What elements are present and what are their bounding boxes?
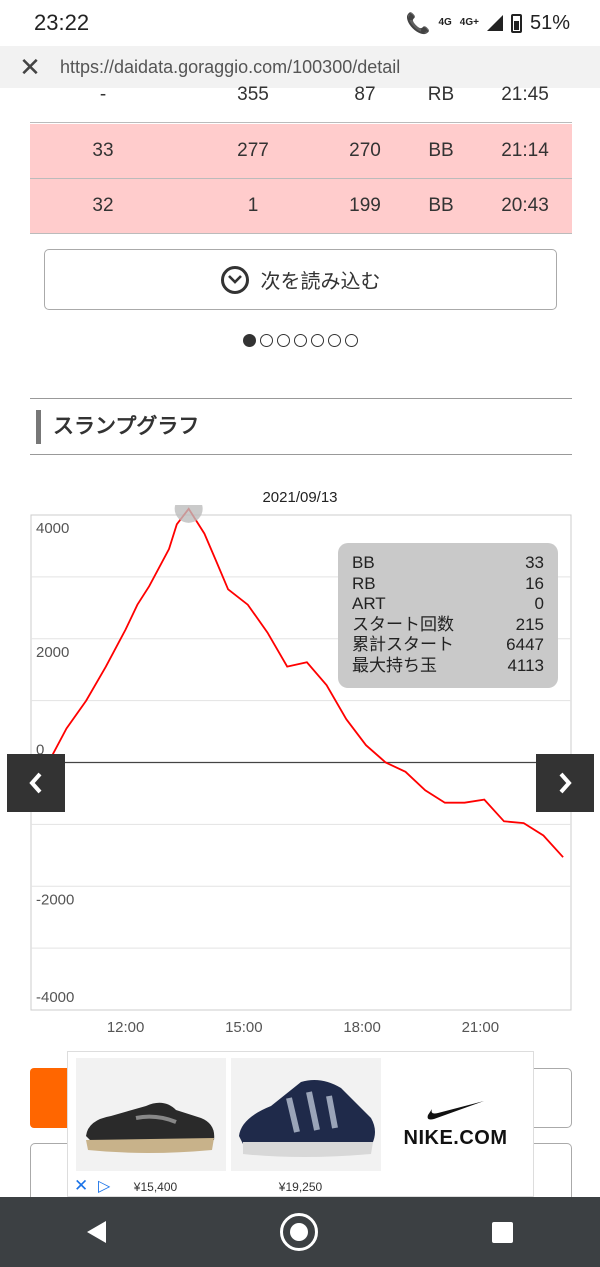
x-tick-label: 12:00 [107, 1019, 145, 1036]
tooltip-row: 最大持ち玉 4113 [352, 656, 544, 677]
chart-tooltip: BB 33 RB 16 ART 0 スタート回数 215 累計スタート 6447 最大持ち… [338, 543, 558, 688]
tooltip-row: ART 0 [352, 594, 544, 615]
table-cell-time: 21:45 [501, 84, 549, 105]
battery-percent: 51% [529, 11, 570, 34]
tooltip-row: 累計スタート 6447 [352, 635, 544, 656]
x-tick-label: 18:00 [343, 1019, 381, 1036]
table-row: 33 277 270 BB 21:14 [30, 124, 572, 179]
table-cell-start: 1 [247, 195, 259, 216]
tooltip-label: 最大持ち玉 [352, 655, 437, 675]
battery-icon [510, 13, 522, 33]
table-cell-type: BB [428, 195, 454, 216]
divider [30, 454, 572, 455]
table-cell-count: 32 [92, 195, 114, 216]
load-more-button[interactable]: 次を読み込む [44, 249, 557, 310]
table-cell-out: 270 [349, 140, 381, 161]
table-cell-start: 277 [237, 140, 269, 161]
y-tick-label: 4000 [36, 520, 69, 537]
tooltip-value: 6447 [506, 635, 544, 654]
home-icon[interactable] [280, 1213, 318, 1251]
pagination-dot[interactable] [344, 334, 358, 347]
ad-price: ¥15,400 [133, 1180, 178, 1194]
table-cell-time: 21:14 [501, 140, 549, 161]
y-tick-label: -4000 [36, 989, 74, 1006]
chart-title: 2021/09/13 [262, 489, 338, 506]
section-heading: スランプグラフ [36, 410, 199, 444]
tooltip-value: 16 [525, 573, 544, 593]
chevron-down-circle-icon [220, 265, 249, 294]
ad-item[interactable]: NIKE.COM [378, 1052, 533, 1198]
pagination-dot-active[interactable] [242, 334, 256, 347]
tooltip-value: 215 [515, 614, 544, 634]
ad-price: ¥19,250 [278, 1180, 323, 1194]
tooltip-value: 33 [525, 553, 544, 572]
ad-item[interactable]: ¥19,250 [223, 1052, 381, 1198]
table-cell-start: 355 [237, 84, 269, 105]
network-small-label: 4G [438, 17, 452, 28]
table-cell-out: 199 [349, 195, 381, 216]
pagination-dots [0, 334, 600, 347]
outlined-box[interactable] [530, 1143, 572, 1203]
pagination-dot[interactable] [310, 334, 324, 347]
y-tick-label: -2000 [36, 891, 74, 908]
shoe-uptempo-image [239, 1080, 375, 1157]
tooltip-value: 0 [534, 594, 544, 613]
nike-swoosh-icon [427, 1101, 484, 1120]
status-time: 23:22 [34, 10, 90, 35]
chart-next-button[interactable] [536, 754, 594, 812]
tooltip-label: 累計スタート [352, 635, 454, 654]
network-label: 4G+ [459, 17, 479, 28]
tooltip-row: BB 33 [352, 553, 544, 574]
table-cell-time: 20:43 [501, 195, 549, 216]
tooltip-row: RB 16 [352, 574, 544, 595]
ad-banner[interactable]: ✕ ▷ ¥15,400 ¥19,250 NIKE.COM [67, 1051, 534, 1197]
back-icon[interactable] [87, 1221, 106, 1243]
table-row: - 355 87 RB 21:45 [30, 68, 572, 123]
tooltip-label: BB [352, 553, 375, 572]
tooltip-label: スタート回数 [352, 614, 454, 634]
status-bar: 23:22 📞 4G 4G+ 51% [0, 0, 600, 46]
divider [30, 398, 572, 399]
phone-wifi-icon: 📞 [405, 12, 431, 35]
status-icons: 📞 4G 4G+ 51% [406, 11, 570, 36]
table-row: 32 1 199 BB 20:43 [30, 179, 572, 234]
pagination-dot[interactable] [259, 334, 273, 347]
chevron-left-icon [29, 772, 42, 794]
y-tick-label: 2000 [36, 644, 69, 661]
table-cell-count: - [99, 84, 107, 105]
load-more-label: 次を読み込む [260, 271, 381, 293]
tooltip-label: ART [352, 594, 386, 613]
pagination-dot[interactable] [276, 334, 290, 347]
system-nav-bar [0, 1197, 600, 1267]
tooltip-label: RB [352, 573, 376, 593]
table-cell-type: BB [428, 140, 454, 161]
pagination-dot[interactable] [293, 334, 307, 347]
tooltip-row: スタート回数 215 [352, 615, 544, 636]
tooltip-value: 4113 [507, 655, 544, 675]
outlined-button[interactable] [530, 1068, 572, 1128]
table-cell-type: RB [427, 84, 455, 105]
x-tick-label: 15:00 [225, 1019, 263, 1036]
table-cell-count: 33 [92, 140, 114, 161]
chart-prev-button[interactable] [7, 754, 65, 812]
shoe-trail-image [86, 1102, 215, 1153]
x-tick-label: 21:00 [462, 1019, 500, 1036]
ad-brand: NIKE.COM [403, 1127, 508, 1149]
table-cell-out: 87 [354, 84, 376, 105]
signal-icon [486, 15, 503, 31]
ad-item[interactable]: ✕ ▷ ¥15,400 [68, 1052, 226, 1198]
chevron-right-icon [559, 772, 572, 794]
pagination-dot[interactable] [327, 334, 341, 347]
recents-icon[interactable] [492, 1221, 513, 1243]
